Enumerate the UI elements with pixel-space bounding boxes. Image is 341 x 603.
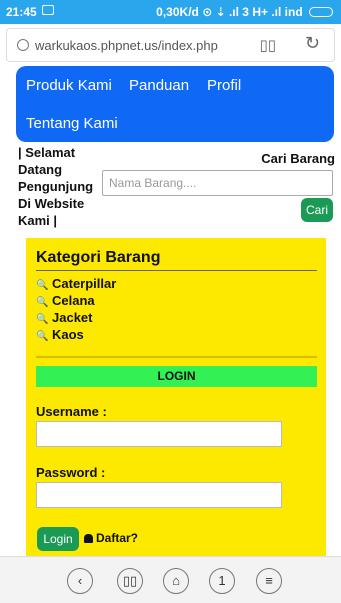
url-text[interactable]: warkukaos.phpnet.us/index.php [35, 38, 218, 53]
category-item[interactable]: 🔍 Kaos [36, 327, 84, 342]
notification-icon [42, 5, 54, 15]
password-field[interactable] [36, 482, 282, 508]
login-button[interactable]: Login [37, 527, 79, 551]
welcome-line: | Selamat [18, 145, 76, 160]
search-input[interactable] [102, 170, 333, 196]
category-label[interactable]: Jacket [52, 310, 92, 325]
nav-item-profil[interactable]: Profil [207, 77, 241, 94]
welcome-line: Kami | [18, 213, 58, 228]
category-divider [36, 270, 317, 271]
category-label[interactable]: Celana [52, 293, 95, 308]
menu-icon[interactable]: ≡ [256, 568, 282, 594]
globe-icon [17, 39, 29, 51]
search-button[interactable]: Cari [301, 198, 333, 222]
home-icon[interactable]: ⌂ [163, 568, 189, 594]
welcome-text: | Selamat Datang Pengunjung Di Website K… [18, 144, 96, 229]
browser-bottom-bar: ‹ ▯▯ ⌂ 1 ≡ [0, 556, 341, 603]
bookmarks-icon[interactable]: ▯▯ [117, 568, 143, 594]
tabs-button[interactable]: 1 [209, 568, 235, 594]
category-item[interactable]: 🔍 Celana [36, 293, 95, 308]
search-icon: 🔍 [36, 297, 49, 308]
status-time: 21:45 [6, 5, 37, 19]
search-icon: 🔍 [36, 280, 49, 291]
category-item[interactable]: 🔍 Caterpillar [36, 276, 116, 291]
back-icon[interactable]: ‹ [67, 568, 93, 594]
search-icon: 🔍 [36, 331, 49, 342]
category-title: Kategori Barang [36, 249, 161, 266]
status-indicators: 0,30K/d ⊙ ⇣ .ıl 3 H+ .ıl ind [156, 5, 333, 19]
status-bar: 21:45 0,30K/d ⊙ ⇣ .ıl 3 H+ .ıl ind [0, 0, 341, 24]
search-title: Cari Barang [261, 151, 335, 166]
welcome-line: Pengunjung [18, 179, 94, 194]
register-link[interactable]: Daftar? [84, 531, 138, 545]
status-right-text: 0,30K/d ⊙ ⇣ .ıl 3 H+ .ıl ind [156, 5, 303, 19]
nav-item-panduan[interactable]: Panduan [129, 77, 189, 94]
section-divider [36, 356, 317, 358]
register-label[interactable]: Daftar? [96, 531, 138, 545]
user-icon [84, 534, 93, 543]
nav-item-produk-kami[interactable]: Produk Kami [26, 77, 112, 94]
reader-mode-icon[interactable]: ▯▯ [259, 36, 276, 54]
username-field[interactable] [36, 421, 282, 447]
battery-icon [309, 7, 333, 17]
refresh-icon[interactable]: ↻ [305, 33, 320, 54]
username-label: Username : [36, 404, 107, 419]
login-header: LOGIN [36, 366, 317, 387]
password-label: Password : [36, 465, 106, 480]
category-label[interactable]: Caterpillar [52, 276, 116, 291]
category-item[interactable]: 🔍 Jacket [36, 310, 92, 325]
search-icon: 🔍 [36, 314, 49, 325]
welcome-line: Datang [18, 162, 63, 177]
welcome-line: Di Website [18, 196, 85, 211]
category-label[interactable]: Kaos [52, 327, 84, 342]
address-bar[interactable]: warkukaos.phpnet.us/index.php ▯▯ ↻ [6, 28, 335, 62]
main-nav: Produk Kami Panduan Profil Tentang Kami [16, 66, 334, 142]
nav-item-tentang-kami[interactable]: Tentang Kami [26, 115, 118, 132]
